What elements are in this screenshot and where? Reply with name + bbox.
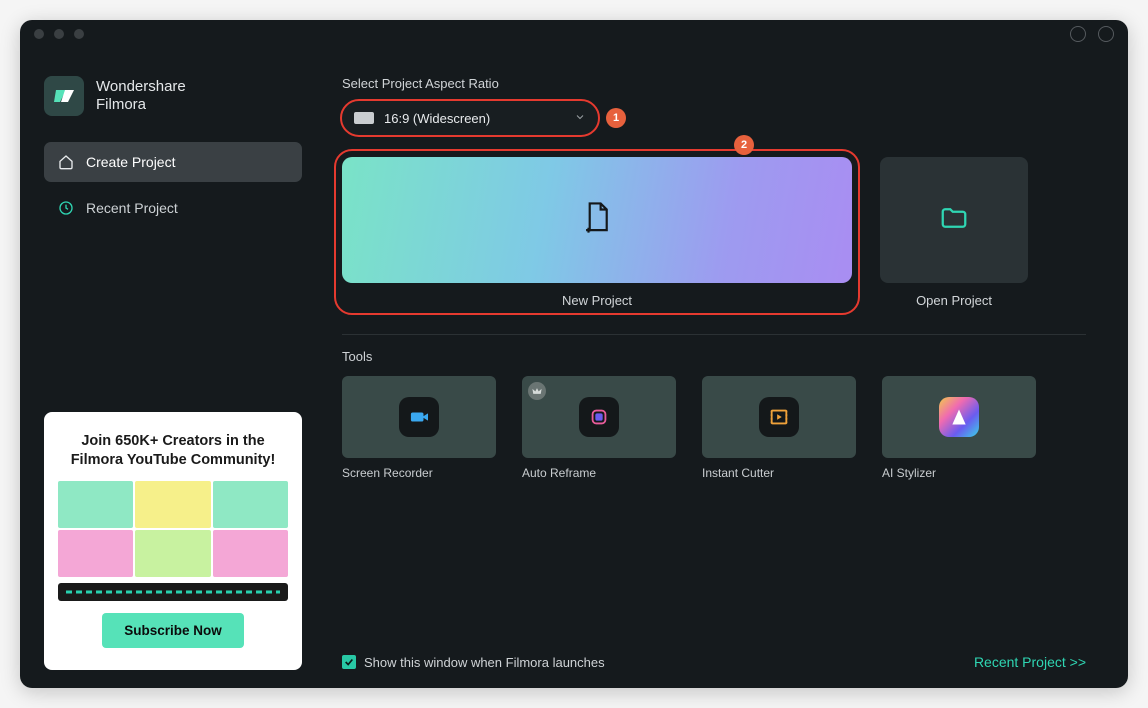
main-panel: Select Project Aspect Ratio 16:9 (Widesc… — [320, 48, 1128, 688]
sidebar-item-label: Create Project — [86, 154, 175, 170]
brand-logo-icon — [44, 76, 84, 116]
projects-row: New Project Open Project 2 — [342, 157, 1086, 308]
new-project-button[interactable] — [342, 157, 852, 283]
divider — [342, 334, 1086, 335]
traffic-lights — [34, 29, 84, 39]
reframe-icon — [579, 397, 619, 437]
sidebar-item-recent-project[interactable]: Recent Project — [44, 188, 302, 228]
brand-text: Wondershare Filmora — [96, 78, 186, 114]
brand-line2: Filmora — [96, 96, 186, 114]
tool-label: AI Stylizer — [882, 466, 1036, 480]
new-project-label: New Project — [562, 293, 632, 308]
tool-label: Instant Cutter — [702, 466, 856, 480]
crown-icon — [528, 382, 546, 400]
brand-line1: Wondershare — [96, 78, 186, 96]
open-project-card: Open Project — [880, 157, 1028, 308]
promo-title: Join 650K+ Creators in the Filmora YouTu… — [58, 432, 288, 471]
aspect-ratio-icon — [354, 112, 374, 124]
titlebar — [20, 20, 1128, 48]
tool-ai-stylizer-button[interactable] — [882, 376, 1036, 458]
promo-art — [58, 481, 288, 601]
open-project-button[interactable] — [880, 157, 1028, 283]
home-icon — [58, 154, 74, 170]
clock-icon — [58, 200, 74, 216]
annotation-badge-1: 1 — [606, 108, 626, 128]
launch-checkbox-row[interactable]: Show this window when Filmora launches — [342, 655, 605, 670]
recent-project-link[interactable]: Recent Project >> — [974, 654, 1086, 670]
aspect-ratio-label: Select Project Aspect Ratio — [342, 76, 1086, 91]
new-file-icon — [582, 201, 612, 240]
folder-icon — [939, 205, 969, 236]
subscribe-button[interactable]: Subscribe Now — [102, 613, 244, 648]
tool-instant-cutter: Instant Cutter — [702, 376, 856, 480]
chevron-down-icon — [574, 111, 586, 126]
sidebar: Wondershare Filmora Create Project — [20, 48, 320, 688]
tool-screen-recorder-button[interactable] — [342, 376, 496, 458]
tools-label: Tools — [342, 349, 1086, 364]
titlebar-right — [1070, 26, 1114, 42]
tools-row: Screen Recorder Au — [342, 376, 1086, 480]
open-project-label: Open Project — [916, 293, 992, 308]
tool-instant-cutter-button[interactable] — [702, 376, 856, 458]
tool-label: Screen Recorder — [342, 466, 496, 480]
launch-checkbox-label: Show this window when Filmora launches — [364, 655, 605, 670]
footer: Show this window when Filmora launches R… — [342, 638, 1086, 670]
close-icon[interactable] — [34, 29, 44, 39]
tool-ai-stylizer: AI Stylizer — [882, 376, 1036, 480]
promo-card: Join 650K+ Creators in the Filmora YouTu… — [44, 412, 302, 670]
minimize-icon[interactable] — [54, 29, 64, 39]
sync-icon[interactable] — [1070, 26, 1086, 42]
aspect-ratio-value: 16:9 (Widescreen) — [384, 111, 490, 126]
camera-icon — [399, 397, 439, 437]
tool-screen-recorder: Screen Recorder — [342, 376, 496, 480]
annotation-badge-2: 2 — [734, 135, 754, 155]
sidebar-item-create-project[interactable]: Create Project — [44, 142, 302, 182]
sidebar-item-label: Recent Project — [86, 200, 178, 216]
ai-icon — [939, 397, 979, 437]
cutter-icon — [759, 397, 799, 437]
aspect-ratio-select[interactable]: 16:9 (Widescreen) — [342, 101, 598, 135]
maximize-icon[interactable] — [74, 29, 84, 39]
tool-label: Auto Reframe — [522, 466, 676, 480]
tool-auto-reframe: Auto Reframe — [522, 376, 676, 480]
new-project-card: New Project — [342, 157, 852, 308]
app-window: Wondershare Filmora Create Project — [20, 20, 1128, 688]
brand: Wondershare Filmora — [44, 76, 302, 116]
tool-auto-reframe-button[interactable] — [522, 376, 676, 458]
support-icon[interactable] — [1098, 26, 1114, 42]
checkbox-checked-icon[interactable] — [342, 655, 356, 669]
